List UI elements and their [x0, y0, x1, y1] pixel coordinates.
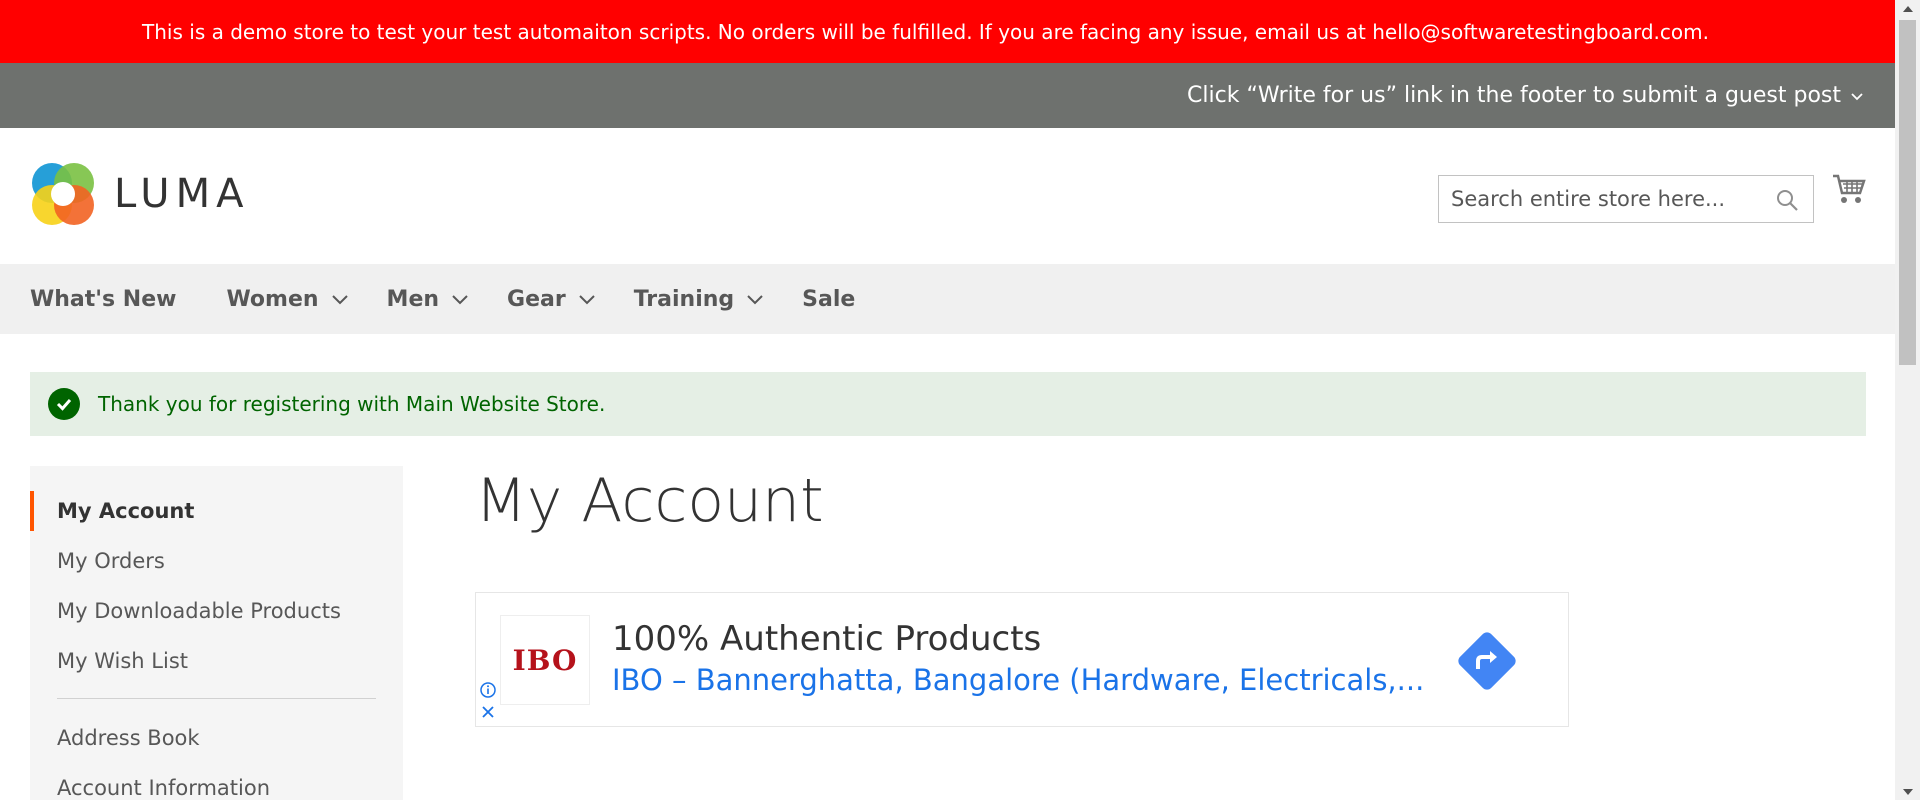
ad-close-icon[interactable] — [479, 703, 497, 721]
ad-info-icon[interactable] — [479, 681, 497, 699]
ad-logo[interactable]: IBO — [500, 615, 590, 705]
sidebar-item-wish-list[interactable]: My Wish List — [30, 636, 403, 686]
demo-notice-bar: This is a demo store to test your test a… — [0, 0, 1895, 63]
scrollbar-thumb[interactable] — [1899, 20, 1916, 365]
nav-women[interactable]: Women — [226, 287, 348, 312]
sidebar-item-downloadable-products[interactable]: My Downloadable Products — [30, 586, 403, 636]
sidebar-item-label[interactable]: My Downloadable Products — [57, 599, 341, 623]
success-message-text: Thank you for registering with Main Webs… — [98, 392, 606, 416]
page: This is a demo store to test your test a… — [0, 0, 1895, 800]
chevron-down-icon[interactable] — [1849, 88, 1865, 104]
header: LUMA — [0, 128, 1895, 264]
chevron-down-icon[interactable] — [578, 293, 596, 305]
nav-whats-new[interactable]: What's New — [30, 287, 176, 312]
checkmark-glyph — [56, 399, 72, 411]
ad-logo-text[interactable]: IBO — [513, 644, 578, 677]
chevron-down-icon[interactable] — [331, 293, 349, 305]
page-title: My Account — [475, 466, 824, 536]
nav-gear[interactable]: Gear — [507, 287, 596, 312]
nav-label[interactable]: Gear — [507, 287, 566, 312]
scroll-up-arrow-icon[interactable] — [1895, 0, 1920, 17]
sidebar-item-my-orders[interactable]: My Orders — [30, 536, 403, 586]
nav-label[interactable]: Women — [226, 287, 318, 312]
main-nav: What's New Women Men Gear Training Sale — [0, 264, 1895, 334]
nav-label[interactable]: Sale — [802, 287, 855, 312]
search-icon[interactable] — [1775, 188, 1799, 212]
nav-men[interactable]: Men — [387, 287, 469, 312]
sidebar-item-account-information[interactable]: Account Information — [30, 763, 403, 800]
sidebar-item-label[interactable]: My Orders — [57, 549, 165, 573]
demo-notice-text: This is a demo store to test your test a… — [142, 19, 1709, 44]
ad-headline[interactable]: 100% Authentic Products — [612, 619, 1041, 659]
search-input[interactable] — [1451, 187, 1761, 211]
account-sidebar: My Account My Orders My Downloadable Pro… — [30, 466, 403, 800]
directions-arrow-icon[interactable] — [1451, 625, 1523, 697]
sidebar-divider — [57, 698, 376, 699]
cart-icon[interactable] — [1832, 173, 1866, 205]
nav-training[interactable]: Training — [634, 287, 764, 312]
nav-label[interactable]: Men — [387, 287, 439, 312]
promo-bar[interactable]: Click “Write for us” link in the footer … — [0, 63, 1895, 128]
sidebar-item-address-book[interactable]: Address Book — [30, 713, 403, 763]
ad-subline[interactable]: IBO – Bannerghatta, Bangalore (Hardware,… — [612, 663, 1424, 697]
logo[interactable]: LUMA — [30, 161, 249, 227]
sidebar-item-my-account[interactable]: My Account — [30, 486, 403, 536]
promo-text[interactable]: Click “Write for us” link in the footer … — [1187, 83, 1841, 108]
luma-logo-icon[interactable] — [30, 161, 96, 227]
ad-banner[interactable]: IBO 100% Authentic Products IBO – Banner… — [475, 592, 1569, 727]
checkmark-icon — [48, 388, 80, 420]
search-box[interactable] — [1438, 175, 1814, 223]
logo-text[interactable]: LUMA — [114, 171, 249, 217]
vertical-scrollbar[interactable] — [1895, 0, 1920, 800]
nav-label[interactable]: What's New — [30, 287, 176, 312]
scroll-down-arrow-icon[interactable] — [1895, 783, 1920, 800]
chevron-down-icon[interactable] — [451, 293, 469, 305]
chevron-down-icon[interactable] — [746, 293, 764, 305]
nav-sale[interactable]: Sale — [802, 287, 855, 312]
success-message: Thank you for registering with Main Webs… — [30, 372, 1866, 436]
sidebar-item-label[interactable]: Account Information — [57, 776, 270, 800]
sidebar-item-label[interactable]: My Wish List — [57, 649, 188, 673]
sidebar-item-label[interactable]: Address Book — [57, 726, 200, 750]
nav-label[interactable]: Training — [634, 287, 734, 312]
sidebar-item-label[interactable]: My Account — [57, 499, 194, 523]
